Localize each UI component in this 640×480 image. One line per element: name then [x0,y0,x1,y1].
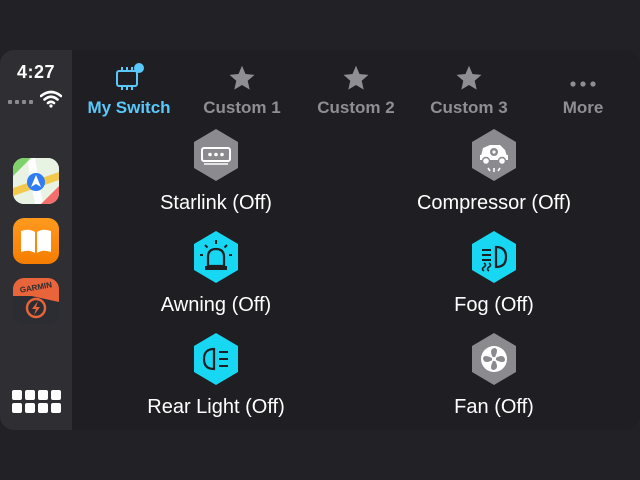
switch-awning[interactable]: Awning (Off) [96,230,336,317]
switch-rear-light[interactable]: Rear Light (Off) [96,332,336,419]
maps-glyph-icon [13,158,59,204]
switch-label: Fog (Off) [454,294,534,316]
maps-app-icon[interactable] [13,158,59,204]
star-icon [456,65,482,90]
tab-label: More [562,98,604,117]
star-icon [343,65,369,90]
switch-label: Compressor (Off) [416,192,572,214]
books-app-icon[interactable] [13,218,59,264]
switch-label: Rear Light (Off) [147,396,285,418]
cellular-signal-icon [8,100,33,104]
switch-label: Awning (Off) [160,294,272,316]
tab-custom-1[interactable]: Custom 1 [185,50,299,120]
fog-light-icon [472,231,516,283]
status-time: 4:27 [16,62,56,82]
fan-icon [472,333,516,385]
tab-bar: My Switch Custom 1 Custom 2 Custom 3 Mor… [72,50,640,130]
beacon-icon [194,231,238,283]
switch-starlink[interactable]: Starlink (Off) [96,128,336,215]
star-icon [229,65,255,90]
garmin-app-icon[interactable]: GARMIN [13,278,59,324]
dots-icon [570,81,596,87]
tab-label: My Switch [87,98,171,117]
tab-custom-2[interactable]: Custom 2 [299,50,413,120]
switch-label: Starlink (Off) [160,192,272,214]
book-icon [21,229,51,253]
carplay-sidebar: 4:27 GARMIN [0,50,72,430]
starlink-icon [194,129,238,181]
tab-label: Custom 1 [203,98,281,117]
tab-more[interactable]: More [526,50,640,120]
tab-label: Custom 2 [317,98,395,117]
chip-icon [116,63,144,90]
garmin-logo-icon: GARMIN [13,278,59,319]
switch-label: Fan (Off) [454,396,534,418]
rear-light-icon [194,333,238,385]
switch-compressor[interactable]: Compressor (Off) [374,128,614,215]
switch-fog[interactable]: Fog (Off) [374,230,614,317]
wifi-icon [40,90,62,108]
compressor-icon [472,129,516,181]
app-grid-icon[interactable] [12,390,61,414]
tab-label: Custom 3 [430,98,508,117]
tab-my-switch[interactable]: My Switch [72,50,186,120]
tab-custom-3[interactable]: Custom 3 [412,50,526,120]
switch-fan[interactable]: Fan (Off) [374,332,614,419]
carplay-screen: 4:27 GARMIN My Switch Custom 1 Custom 2 … [0,50,640,430]
